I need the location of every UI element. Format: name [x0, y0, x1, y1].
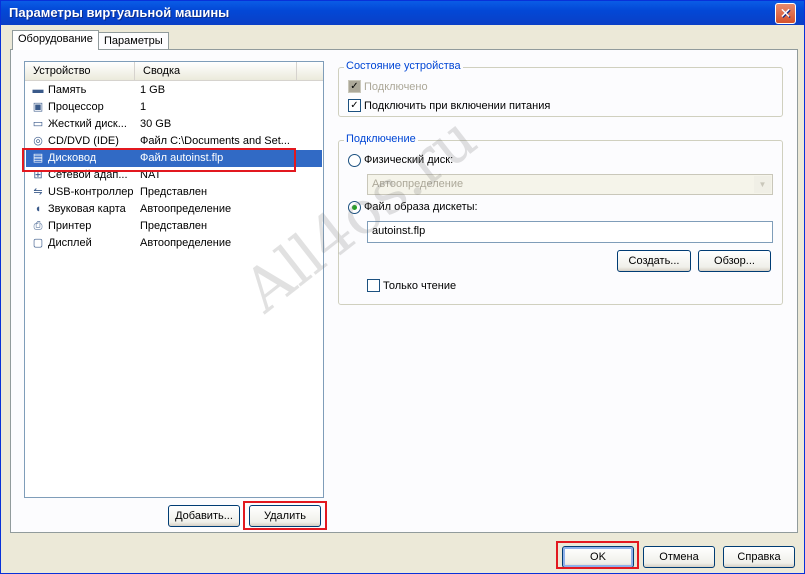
- device-row[interactable]: ▣ Процессор 1: [26, 99, 322, 116]
- printer-icon: ⎙: [33, 220, 43, 232]
- network-icon: ⊞: [33, 169, 43, 181]
- device-summary: Автоопределение: [140, 237, 232, 249]
- device-name: Принтер: [48, 220, 92, 232]
- cd-dvd-icon: ◎: [33, 135, 43, 147]
- image-path-input[interactable]: autoinst.flp: [367, 221, 773, 243]
- device-name: Жесткий диск...: [48, 118, 127, 130]
- display-icon: ▢: [32, 237, 44, 249]
- device-name: Сетевой адап...: [48, 169, 128, 181]
- device-row[interactable]: ⇋ USB-контроллер Представлен: [26, 184, 322, 201]
- device-row[interactable]: ▬ Память 1 GB: [26, 82, 322, 99]
- ok-button[interactable]: OK: [562, 546, 634, 568]
- read-only-checkbox[interactable]: [367, 279, 380, 292]
- physical-disk-label: Физический диск:: [364, 154, 454, 166]
- connection-title: Подключение: [344, 133, 418, 145]
- device-list[interactable]: Устройство Сводка ▬ Память 1 GB ▣ Процессор 1…: [24, 61, 324, 498]
- connected-label: Подключено: [364, 81, 428, 93]
- device-row[interactable]: ▭ Жесткий диск... 30 GB: [26, 116, 322, 133]
- physical-disk-combo[interactable]: Автоопределение ▼: [367, 174, 773, 195]
- device-summary: Файл autoinst.flp: [140, 152, 224, 164]
- processor-icon: ▣: [32, 101, 44, 113]
- read-only-label: Только чтение: [383, 280, 457, 292]
- close-button[interactable]: ✕: [775, 3, 796, 24]
- device-status-title: Состояние устройства: [344, 60, 463, 72]
- device-name: Дисплей: [48, 237, 92, 249]
- device-row[interactable]: ◎ CD/DVD (IDE) Файл C:\Documents and Set..…: [26, 133, 322, 150]
- device-summary: NAT: [140, 169, 162, 181]
- chevron-down-icon[interactable]: ▼: [754, 176, 771, 193]
- usb-icon: ⇋: [33, 186, 43, 198]
- physical-disk-radio[interactable]: [348, 154, 361, 167]
- device-name: Звуковая карта: [48, 203, 126, 215]
- device-name: Память: [48, 84, 87, 96]
- device-name: Процессор: [48, 101, 104, 113]
- memory-icon: ▬: [32, 84, 44, 96]
- create-image-button[interactable]: Создать...: [617, 250, 691, 272]
- device-summary: 30 GB: [140, 118, 172, 130]
- window-title: Параметры виртуальной машины: [9, 5, 230, 20]
- device-name: USB-контроллер: [48, 186, 134, 198]
- list-header: Устройство Сводка: [25, 62, 323, 81]
- hard-disk-icon: ▭: [32, 118, 44, 130]
- floppy-image-label: Файл образа дискеты:: [364, 201, 478, 213]
- device-row[interactable]: ◖ Звуковая карта Автоопределение: [26, 201, 322, 218]
- device-summary: Представлен: [140, 220, 208, 232]
- title-bar: Параметры виртуальной машины ✕: [1, 1, 804, 25]
- floppy-image-radio[interactable]: [348, 201, 361, 214]
- device-summary: Автоопределение: [140, 203, 232, 215]
- device-name: Дисковод: [48, 152, 97, 164]
- device-name: CD/DVD (IDE): [48, 135, 119, 147]
- sound-icon: ◖: [34, 203, 42, 215]
- tab-label: Параметры: [104, 35, 163, 47]
- device-row[interactable]: ⊞ Сетевой адап... NAT: [26, 167, 322, 184]
- connect-at-power-on-checkbox[interactable]: ✓: [348, 99, 361, 112]
- connected-checkbox[interactable]: ✓: [348, 80, 361, 93]
- connect-at-power-on-label: Подключить при включении питания: [364, 100, 551, 112]
- tab-hardware[interactable]: Оборудование: [12, 30, 99, 50]
- floppy-icon: ▤: [32, 152, 44, 164]
- help-button[interactable]: Справка: [723, 546, 795, 568]
- device-summary: Представлен: [140, 186, 208, 198]
- cancel-button[interactable]: Отмена: [643, 546, 715, 568]
- remove-device-button[interactable]: Удалить: [249, 505, 321, 527]
- dialog-window: Параметры виртуальной машины ✕ Оборудова…: [0, 0, 805, 574]
- device-summary: Файл C:\Documents and Set...: [140, 135, 290, 147]
- device-row[interactable]: ▤ Дисковод Файл autoinst.flp: [26, 150, 322, 167]
- image-path-value: autoinst.flp: [372, 225, 426, 237]
- column-header-device[interactable]: Устройство: [25, 62, 135, 81]
- device-row[interactable]: ▢ Дисплей Автоопределение: [26, 235, 322, 252]
- tab-options[interactable]: Параметры: [98, 32, 169, 50]
- column-header-summary[interactable]: Сводка: [135, 62, 297, 81]
- tab-label: Оборудование: [18, 33, 93, 45]
- device-summary: 1: [140, 101, 147, 113]
- device-row[interactable]: ⎙ Принтер Представлен: [26, 218, 322, 235]
- browse-button[interactable]: Обзор...: [698, 250, 771, 272]
- add-device-button[interactable]: Добавить...: [168, 505, 240, 527]
- device-summary: 1 GB: [140, 84, 166, 96]
- combo-value: Автоопределение: [372, 178, 464, 190]
